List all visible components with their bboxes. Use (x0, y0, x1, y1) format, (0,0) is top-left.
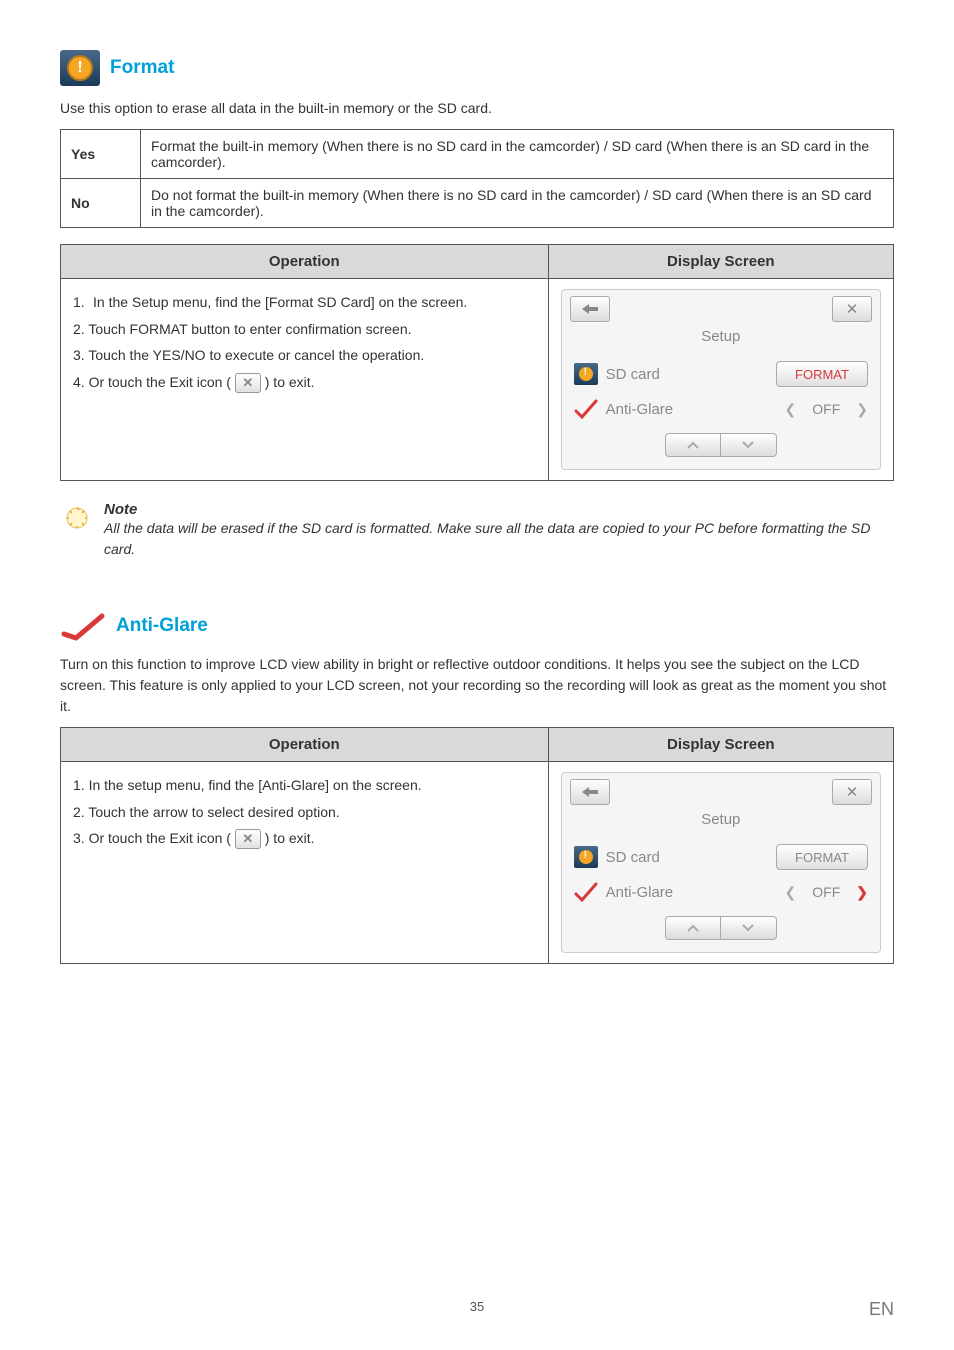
arrow-left-icon[interactable]: ❮ (785, 401, 797, 418)
note-text: All the data will be erased if the SD ca… (104, 518, 894, 560)
note-icon (60, 501, 94, 535)
checkmark-icon (574, 882, 598, 902)
off-value: OFF (812, 401, 840, 417)
format-yes-label: Yes (61, 130, 141, 179)
anti-glare-intro: Turn on this function to improve LCD vie… (60, 654, 894, 717)
display-screen-header: Display Screen (548, 728, 893, 762)
format-operation-table: Operation Display Screen 1.In the Setup … (60, 244, 894, 481)
format-no-desc: Do not format the built-in memory (When … (141, 179, 894, 228)
arrow-right-icon[interactable]: ❯ (856, 401, 868, 418)
format-operations: 1.In the Setup menu, find the [Format SD… (73, 289, 536, 395)
exit-icon: ✕ (235, 829, 261, 849)
anti-glare-icon (60, 610, 106, 642)
format-yes-desc: Format the built-in memory (When there i… (141, 130, 894, 179)
format-icon (60, 50, 100, 86)
sd-card-icon (574, 846, 598, 868)
scroll-down-button[interactable] (721, 916, 777, 940)
format-button[interactable]: FORMAT (776, 844, 868, 870)
scroll-down-button[interactable] (721, 433, 777, 457)
arrow-left-icon[interactable]: ❮ (785, 884, 797, 901)
format-display-screen: ✕ Setup SD card FORMAT Anti-Glare (561, 289, 881, 470)
format-options-table: Yes Format the built-in memory (When the… (60, 129, 894, 228)
sd-card-label: SD card (606, 849, 660, 866)
anti-glare-operation-table: Operation Display Screen 1. In the setup… (60, 727, 894, 964)
sd-card-icon (574, 363, 598, 385)
operation-header: Operation (61, 728, 549, 762)
setup-title: Setup (570, 811, 872, 828)
scroll-up-button[interactable] (665, 916, 721, 940)
setup-title: Setup (570, 328, 872, 345)
anti-glare-title: Anti-Glare (116, 615, 208, 637)
format-intro: Use this option to erase all data in the… (60, 98, 894, 119)
close-button[interactable]: ✕ (832, 779, 872, 805)
arrow-right-icon[interactable]: ❯ (856, 884, 868, 901)
format-no-label: No (61, 179, 141, 228)
language-indicator: EN (869, 1299, 894, 1320)
off-value: OFF (812, 884, 840, 900)
close-button[interactable]: ✕ (832, 296, 872, 322)
sd-card-label: SD card (606, 366, 660, 383)
anti-glare-display-screen: ✕ Setup SD card FORMAT Anti-Glare (561, 772, 881, 953)
page-number: 35 (0, 1299, 954, 1314)
display-screen-header: Display Screen (548, 245, 893, 279)
back-button[interactable] (570, 779, 610, 805)
operation-header: Operation (61, 245, 549, 279)
format-title: Format (110, 57, 174, 79)
back-button[interactable] (570, 296, 610, 322)
format-button[interactable]: FORMAT (776, 361, 868, 387)
exit-icon: ✕ (235, 373, 261, 393)
scroll-up-button[interactable] (665, 433, 721, 457)
anti-glare-operations: 1. In the setup menu, find the [Anti-Gla… (73, 772, 536, 852)
note-title: Note (104, 501, 894, 518)
anti-glare-label: Anti-Glare (606, 401, 674, 418)
anti-glare-label: Anti-Glare (606, 884, 674, 901)
checkmark-icon (574, 399, 598, 419)
